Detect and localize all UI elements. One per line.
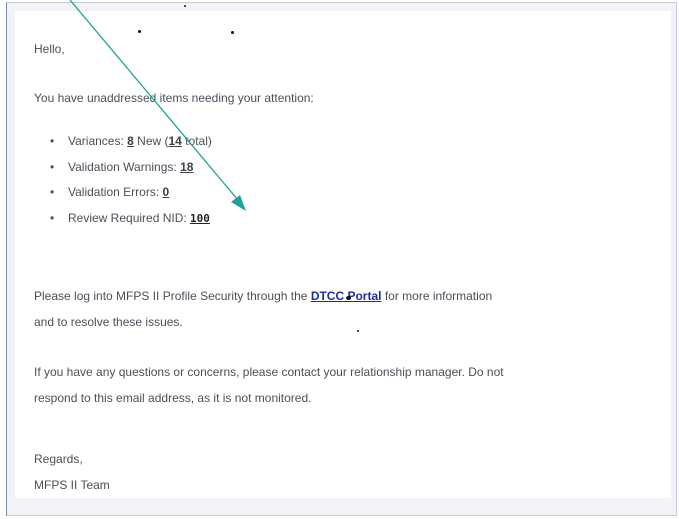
speck-mark: [231, 31, 234, 34]
bullet-icon: •: [50, 185, 55, 199]
list-item: • Validation Errors: 0: [34, 183, 212, 209]
item-value: 18: [180, 159, 194, 174]
speck-mark: [138, 30, 141, 33]
list-item: • Review Required NID: 100: [34, 209, 212, 235]
item-label: Review Required NID:: [68, 210, 191, 225]
item-label: Validation Errors:: [68, 185, 163, 199]
email-body: Hello, You have unaddressed items needin…: [15, 11, 671, 498]
list-item: • Validation Warnings: 18: [34, 158, 212, 184]
paragraph-login-before: Please log into MFPS II Profile Security…: [34, 289, 311, 303]
paragraph-login-line2: and to resolve these issues.: [34, 315, 183, 329]
paragraph-login-after: for more information: [381, 289, 493, 303]
items-list: • Variances: 8 New (14 total) • Validati…: [34, 132, 212, 234]
signature: MFPS II Team: [34, 478, 110, 492]
paragraph-contact-line1: If you have any questions or concerns, p…: [34, 365, 504, 379]
speck-mark: [184, 5, 186, 7]
list-item: • Variances: 8 New (14 total): [34, 132, 212, 158]
paragraph-login-line1: Please log into MFPS II Profile Security…: [34, 289, 492, 303]
item-label: Variances:: [68, 134, 128, 148]
item-label: Validation Warnings:: [68, 159, 181, 174]
item-value: 8: [127, 134, 134, 148]
item-value-total: 14: [168, 134, 182, 148]
intro-text: You have unaddressed items needing your …: [34, 91, 314, 105]
item-suffix: New (: [133, 134, 169, 148]
greeting: Hello,: [34, 42, 65, 56]
email-frame: Hello, You have unaddressed items needin…: [6, 2, 677, 516]
speck-mark: [346, 296, 351, 300]
bullet-icon: •: [50, 134, 55, 148]
speck-mark: [357, 330, 359, 332]
item-value: 0: [162, 185, 170, 199]
paragraph-contact-line2: respond to this email address, as it is …: [34, 391, 312, 405]
bullet-icon: •: [50, 159, 55, 174]
sign-off: Regards,: [34, 452, 83, 466]
item-value-nid: 100: [190, 211, 210, 225]
item-suffix-total: total): [181, 134, 212, 148]
bullet-icon: •: [50, 210, 55, 225]
